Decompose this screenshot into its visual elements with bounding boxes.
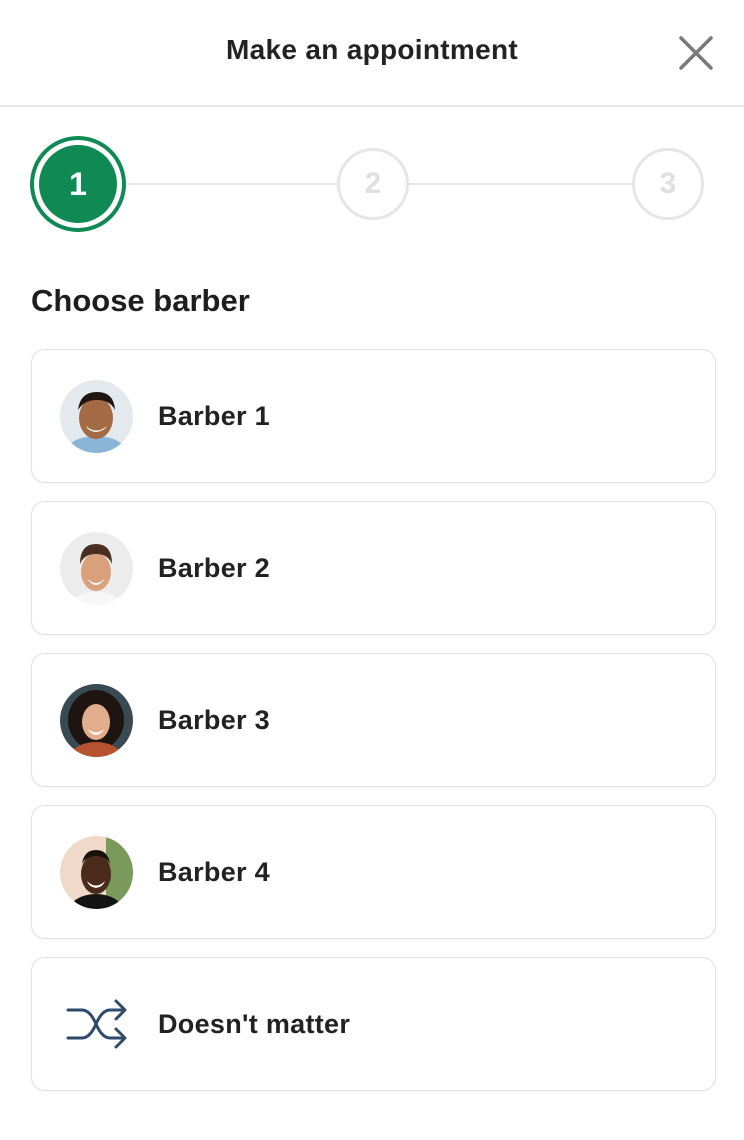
section-title: Choose barber [31, 283, 250, 318]
barber-option-4[interactable]: Barber 4 [31, 805, 716, 939]
step-connector [409, 183, 632, 185]
close-button[interactable] [676, 33, 716, 73]
barber-option-any[interactable]: Doesn't matter [31, 957, 716, 1091]
barber-name: Barber 3 [158, 704, 270, 735]
barber-name: Doesn't matter [158, 1008, 351, 1039]
step-indicator: 1 2 3 [0, 130, 744, 240]
step-connector [126, 183, 337, 185]
barber-option-3[interactable]: Barber 3 [31, 653, 716, 787]
modal-header: Make an appointment [0, 0, 744, 107]
step-3: 3 [632, 148, 704, 220]
barber-option-1[interactable]: Barber 1 [31, 349, 716, 483]
avatar [60, 531, 133, 605]
barber-name: Barber 2 [158, 552, 270, 583]
step-1: 1 [39, 145, 117, 223]
shuffle-icon [60, 988, 133, 1061]
barber-name: Barber 4 [158, 856, 270, 887]
barber-list: Barber 1 Barber 2 Barber 3 Barber 4 Does… [31, 349, 716, 1109]
avatar [60, 379, 133, 453]
step-2: 2 [337, 148, 409, 220]
avatar [60, 835, 133, 909]
barber-option-2[interactable]: Barber 2 [31, 501, 716, 635]
barber-name: Barber 1 [158, 400, 270, 431]
modal-title: Make an appointment [226, 34, 518, 65]
avatar [60, 683, 133, 757]
close-icon [679, 36, 713, 70]
